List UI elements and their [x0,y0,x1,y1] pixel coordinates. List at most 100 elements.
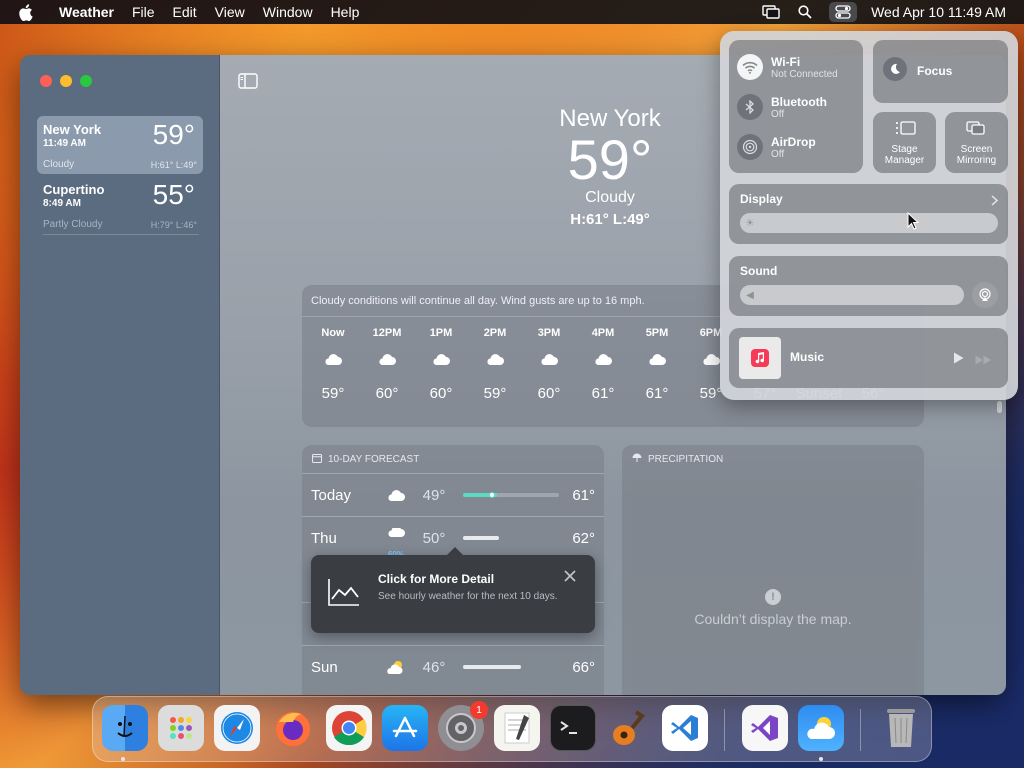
play-icon[interactable] [953,351,964,369]
menu-window[interactable]: Window [263,4,313,20]
dock: 1 [92,696,932,762]
hero-hilo: H:61° L:49° [570,211,650,228]
menu-bar-clock[interactable]: Wed Apr 10 11:49 AM [871,4,1006,20]
stage-manager-tile[interactable]: Stage Manager [873,112,936,173]
forecast-low: 46° [422,658,446,676]
forecast-high: 66° [572,658,595,676]
visual-studio-icon[interactable] [742,705,788,751]
now-playing-tile[interactable]: Music [729,328,1008,388]
forecast-row-today[interactable]: Today 49° 61° [302,473,604,516]
hour-temp: 61° [591,385,615,402]
city-temp: 55° [152,179,195,210]
screen-mirroring-tile[interactable]: Screen Mirroring [945,112,1008,173]
chevron-right-icon[interactable] [991,193,999,211]
hourly-column: 5PM 61° [630,317,684,402]
scrollbar[interactable] [997,401,1002,413]
fast-forward-icon[interactable] [975,352,992,370]
forecast-range-bar [463,492,559,498]
cloud-icon [522,353,576,375]
forecast-header: 10-DAY FORECAST [302,445,604,473]
precipitation-map[interactable]: ! Couldn’t display the map. [631,479,915,695]
airdrop-control[interactable]: AirDrop Off [737,134,816,160]
app-store-icon[interactable] [382,705,428,751]
menu-app-name[interactable]: Weather [59,4,114,20]
hourly-column: 4PM 61° [576,317,630,402]
cloud-icon [576,353,630,375]
hourly-column: Now 59° [306,317,360,402]
apple-icon[interactable] [18,3,36,21]
precipitation-panel[interactable]: PRECIPITATION ! Couldn’t display the map… [622,445,924,695]
hour-temp: 60° [537,385,561,402]
wifi-status: Not Connected [771,68,838,80]
firefox-icon[interactable] [270,705,316,751]
spotlight-search-icon[interactable] [795,4,815,20]
precipitation-header-label: PRECIPITATION [648,453,724,465]
hourly-column: 12PM 60° [360,317,414,402]
close-icon[interactable] [563,569,579,585]
menu-help[interactable]: Help [331,4,360,20]
tooltip-body: See hourly weather for the next 10 days. [378,591,558,602]
vscode-icon[interactable] [662,705,708,751]
garageband-icon[interactable] [606,705,652,751]
forecast-row-sun[interactable]: Sun 46° 66° [302,645,604,688]
launchpad-icon[interactable] [158,705,204,751]
window-controls [40,75,92,87]
zoom-window-button[interactable] [80,75,92,87]
weather-running-indicator [819,757,823,761]
more-detail-tooltip[interactable]: Click for More Detail See hourly weather… [311,547,595,633]
menu-bar: Weather File Edit View Window Help Wed A… [0,0,1024,24]
airdrop-icon [737,134,763,160]
focus-tile[interactable]: Focus [873,40,1008,103]
hour-temp: 60° [429,385,453,402]
screen-mirroring-menu-icon[interactable] [761,4,781,20]
brightness-slider[interactable]: ☀ [740,213,998,233]
hour-label: 1PM [429,327,453,339]
control-center-panel: Wi-Fi Not Connected Bluetooth Off AirDro… [720,31,1018,400]
city-condition: Cloudy [43,159,75,170]
system-settings-icon[interactable]: 1 [438,701,488,751]
music-app-icon [739,337,781,379]
airplay-audio-icon[interactable] [972,282,998,308]
safari-icon[interactable] [214,705,260,751]
cloud-icon [360,353,414,375]
forecast-low: 50° [422,529,446,547]
cloud-icon [630,353,684,375]
city-card-new-york[interactable]: New York 11:49 AM 59° Cloudy H:61° L:49° [37,116,203,174]
hour-label: 5PM [645,327,669,339]
bluetooth-control[interactable]: Bluetooth Off [737,94,827,120]
finder-icon[interactable] [102,705,148,751]
wifi-title: Wi-Fi [771,54,801,69]
hour-temp: 59° [483,385,507,402]
city-temp: 59° [152,119,195,150]
trash-icon[interactable] [878,705,924,751]
wifi-control[interactable]: Wi-Fi Not Connected [737,54,838,80]
hour-temp: 60° [375,385,399,402]
sun-icon[interactable]: ☀ [742,215,758,231]
stage-manager-label-1: Stage [891,144,918,155]
tooltip-title: Click for More Detail [378,572,495,586]
speaker-icon[interactable]: ◀ [742,287,758,303]
weather-app-icon[interactable] [798,705,844,751]
moon-icon [883,57,907,81]
dock-separator [724,709,725,751]
terminal-icon[interactable] [550,705,596,751]
close-window-button[interactable] [40,75,52,87]
umbrella-icon [632,453,642,466]
control-center-icon[interactable] [829,2,858,22]
sound-tile: Sound ◀ [729,256,1008,316]
chrome-icon[interactable] [326,705,372,751]
calendar-icon [312,453,322,466]
hour-temp: 59° [321,385,345,402]
volume-slider[interactable]: ◀ [740,285,964,305]
forecast-day: Sun [311,658,338,676]
city-card-cupertino[interactable]: Cupertino 8:49 AM 55° Partly Cloudy H:79… [37,176,203,234]
menu-edit[interactable]: Edit [173,4,197,20]
minimize-window-button[interactable] [60,75,72,87]
finder-running-indicator [121,757,125,761]
settings-badge: 1 [470,701,488,719]
sidebar-toggle-icon[interactable] [238,73,258,89]
menu-view[interactable]: View [215,4,245,20]
textedit-icon[interactable] [494,705,540,751]
sidebar: New York 11:49 AM 59° Cloudy H:61° L:49°… [20,55,220,695]
menu-file[interactable]: File [132,4,155,20]
